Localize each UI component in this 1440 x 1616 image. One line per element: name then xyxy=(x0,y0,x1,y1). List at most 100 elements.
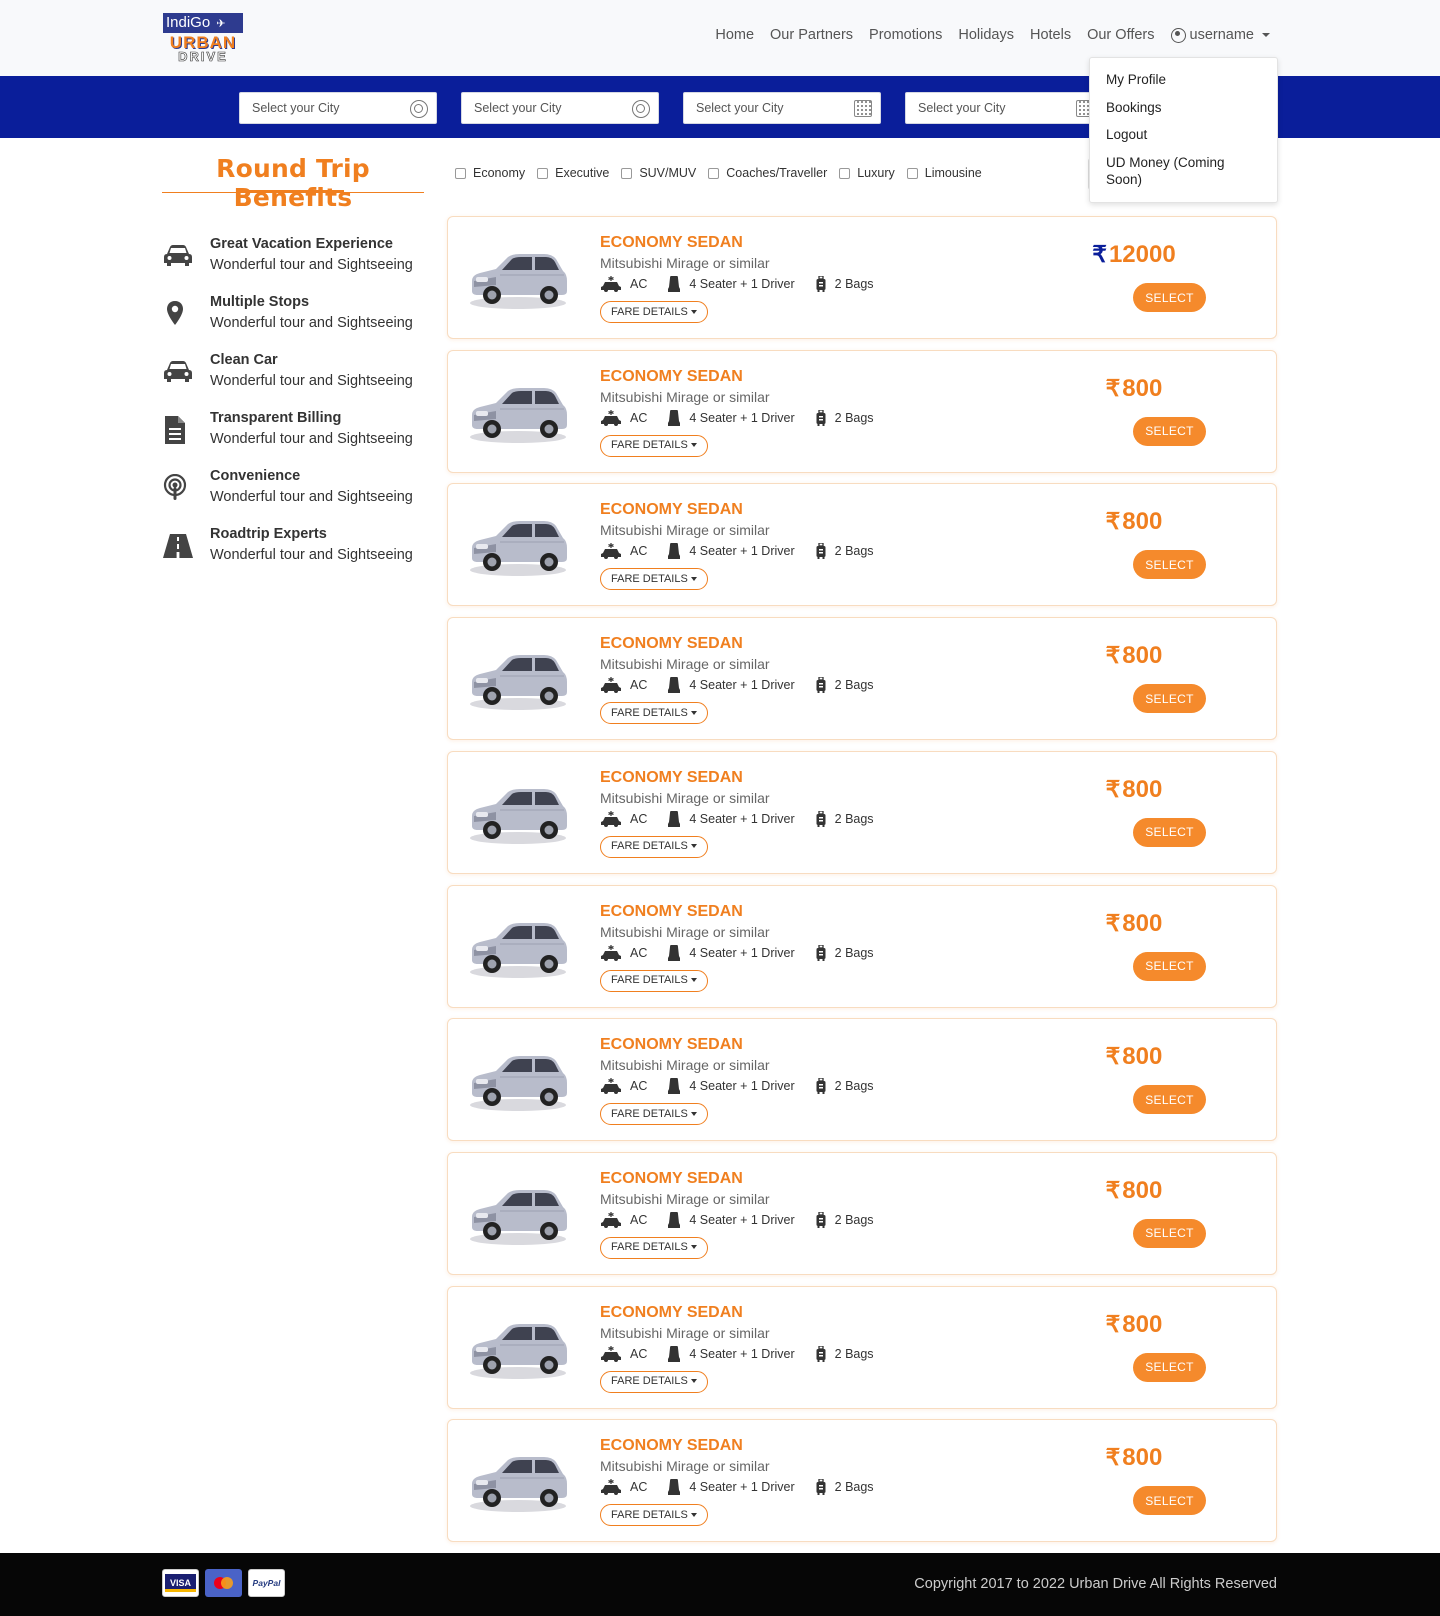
feature-seats: 4 Seater + 1 Driver xyxy=(689,811,795,826)
checkbox[interactable] xyxy=(621,167,633,179)
vehicle-features: AC 4 Seater + 1 Driver 2 Bags xyxy=(600,276,894,292)
nav-promotions[interactable]: Promotions xyxy=(869,27,942,43)
vehicle-price: ₹12000 xyxy=(1054,241,1214,269)
feature-ac: AC xyxy=(630,945,648,960)
feature-bags: 2 Bags xyxy=(834,544,874,559)
vehicle-features: AC 4 Seater + 1 Driver 2 Bags xyxy=(600,1078,894,1095)
feature-ac: AC xyxy=(630,678,648,693)
car-image xyxy=(466,1311,570,1383)
seat-icon xyxy=(668,677,681,694)
locate-icon[interactable] xyxy=(410,100,428,118)
nav-hotels[interactable]: Hotels xyxy=(1030,27,1071,43)
vehicle-features: AC 4 Seater + 1 Driver 2 Bags xyxy=(600,1211,894,1228)
checkbox[interactable] xyxy=(839,167,851,179)
dropdown-bookings[interactable]: Bookings xyxy=(1090,94,1277,122)
rupee-icon: ₹ xyxy=(1105,1444,1121,1471)
pickup-city-input[interactable] xyxy=(252,93,402,123)
select-button[interactable]: SELECT xyxy=(1133,1486,1206,1516)
vehicle-features: AC 4 Seater + 1 Driver 2 Bags xyxy=(600,1479,894,1496)
feature-ac: AC xyxy=(630,1079,648,1094)
select-button[interactable]: SELECT xyxy=(1133,1218,1206,1248)
fare-details-button[interactable]: FARE DETAILS xyxy=(600,969,708,992)
fare-details-button[interactable]: FARE DETAILS xyxy=(600,1504,708,1527)
dropdown-logout[interactable]: Logout xyxy=(1090,121,1277,149)
rupee-icon: ₹ xyxy=(1105,775,1121,802)
fare-details-button[interactable]: FARE DETAILS xyxy=(600,835,708,858)
fare-details-button[interactable]: FARE DETAILS xyxy=(600,1370,708,1393)
locate-icon[interactable] xyxy=(632,100,650,118)
vehicle-card: ECONOMY SEDAN Mitsubishi Mirage or simil… xyxy=(447,1419,1277,1543)
rupee-icon: ₹ xyxy=(1105,1310,1121,1337)
select-button[interactable]: SELECT xyxy=(1133,550,1206,580)
nav-our-offers[interactable]: Our Offers xyxy=(1087,27,1154,43)
filter-limousine[interactable]: Limousine xyxy=(906,166,982,180)
nav-holidays[interactable]: Holidays xyxy=(958,27,1014,43)
price-value: 800 xyxy=(1122,642,1163,670)
user-dropdown-menu: My Profile Bookings Logout UD Money (Com… xyxy=(1089,57,1278,203)
calendar-icon[interactable] xyxy=(854,100,872,117)
end-date-input[interactable] xyxy=(918,93,1068,123)
fare-details-button[interactable]: FARE DETAILS xyxy=(600,702,708,725)
benefit-subtitle: Wonderful tour and Sightseeing xyxy=(210,373,413,389)
rupee-icon: ₹ xyxy=(1105,508,1121,535)
copyright-text: Copyright 2017 to 2022 Urban Drive All R… xyxy=(914,1576,1277,1592)
benefits-title: Round Trip Benefits xyxy=(216,154,370,212)
filter-suv-muv[interactable]: SUV/MUV xyxy=(621,166,696,180)
pickup-city-field xyxy=(239,92,437,124)
feature-ac: AC xyxy=(630,277,648,291)
fare-details-button[interactable]: FARE DETAILS xyxy=(600,1236,708,1259)
car-image xyxy=(466,910,570,982)
ac-car-icon xyxy=(601,1479,621,1496)
dropdown-ud-money[interactable]: UD Money (Coming Soon) xyxy=(1090,149,1277,194)
fare-details-button[interactable]: FARE DETAILS xyxy=(600,434,708,457)
caret-down-icon xyxy=(690,1111,697,1116)
filter-economy[interactable]: Economy xyxy=(455,166,525,180)
select-button[interactable]: SELECT xyxy=(1133,416,1206,446)
select-button[interactable]: SELECT xyxy=(1133,1085,1206,1115)
feature-bags: 2 Bags xyxy=(834,410,874,425)
fare-details-button[interactable]: FARE DETAILS xyxy=(600,301,708,323)
ac-car-icon xyxy=(601,543,621,560)
fare-details-button[interactable]: FARE DETAILS xyxy=(600,1103,708,1126)
select-button[interactable]: SELECT xyxy=(1133,951,1206,981)
car-image xyxy=(466,508,570,580)
ac-car-icon xyxy=(601,944,621,961)
benefits-underline xyxy=(162,190,424,193)
nav-our-partners[interactable]: Our Partners xyxy=(770,27,853,43)
filter-luxury[interactable]: Luxury xyxy=(839,166,895,180)
benefit-item: Multiple Stops Wonderful tour and Sights… xyxy=(162,294,432,338)
select-button[interactable]: SELECT xyxy=(1133,283,1206,312)
fare-details-button[interactable]: FARE DETAILS xyxy=(600,568,708,591)
start-date-input[interactable] xyxy=(696,93,846,123)
luggage-icon xyxy=(816,1479,826,1496)
checkbox[interactable] xyxy=(455,167,466,179)
drop-city-input[interactable] xyxy=(474,93,624,123)
seat-icon xyxy=(668,276,681,292)
car-image xyxy=(466,241,570,313)
ac-car-icon xyxy=(601,276,621,292)
feature-seats: 4 Seater + 1 Driver xyxy=(689,277,795,291)
vehicle-title: ECONOMY SEDAN xyxy=(600,234,743,251)
checkbox[interactable] xyxy=(906,167,918,179)
dropdown-my-profile[interactable]: My Profile xyxy=(1090,66,1277,94)
filter-coaches-traveller[interactable]: Coaches/Traveller xyxy=(708,166,827,180)
caret-down-icon xyxy=(690,576,697,581)
checkbox[interactable] xyxy=(708,167,720,179)
vehicle-price: ₹800 xyxy=(1054,910,1214,938)
map-pin-icon xyxy=(167,301,183,325)
seat-icon xyxy=(668,1345,681,1362)
user-menu-toggle[interactable]: username xyxy=(1170,27,1270,43)
vehicle-price: ₹800 xyxy=(1054,1043,1214,1071)
filter-executive[interactable]: Executive xyxy=(537,166,609,180)
brand-logo[interactable]: IndiGo ✈ URBAN DRIVE xyxy=(163,13,243,65)
username-label: username xyxy=(1189,27,1254,43)
caret-down-icon xyxy=(690,443,697,448)
nav-home[interactable]: Home xyxy=(715,27,754,43)
select-button[interactable]: SELECT xyxy=(1133,1352,1206,1382)
select-button[interactable]: SELECT xyxy=(1133,817,1206,847)
select-button[interactable]: SELECT xyxy=(1133,684,1206,714)
feature-bags: 2 Bags xyxy=(834,945,874,960)
feature-ac: AC xyxy=(630,544,648,559)
checkbox[interactable] xyxy=(537,167,549,179)
benefit-item: Roadtrip Experts Wonderful tour and Sigh… xyxy=(162,526,432,570)
